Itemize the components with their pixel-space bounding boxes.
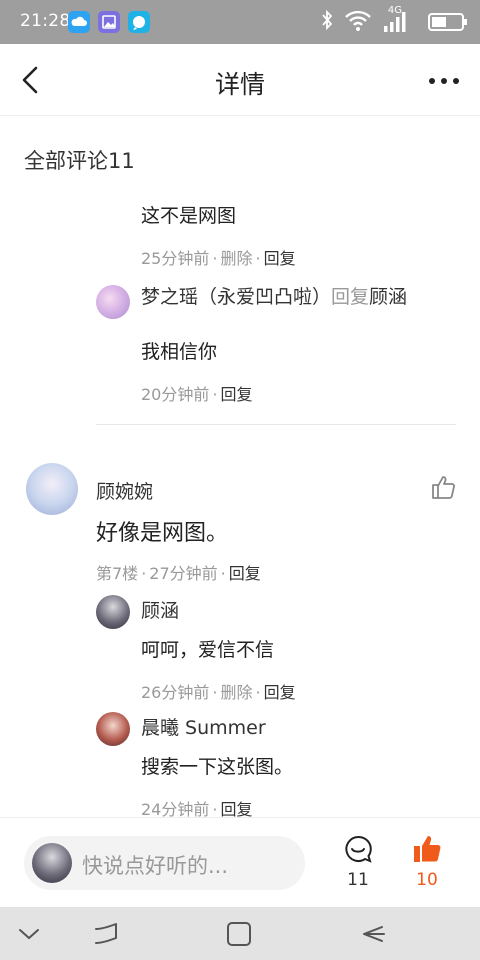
reply-link[interactable]: 回复 (229, 564, 261, 583)
comment-input-placeholder: 快说点好听的... (82, 854, 229, 878)
like-button[interactable] (430, 473, 458, 501)
reply-time: 24分钟前 (141, 800, 210, 817)
navigation-bar (0, 907, 480, 960)
avatar[interactable] (96, 285, 130, 319)
reply-text: 我相信你 (141, 341, 218, 363)
chevron-down-icon[interactable] (14, 919, 44, 949)
reply-item: 顾涵 呵呵，爱信不信 26分钟前 · 删除 · 回复 (96, 595, 456, 705)
divider (96, 424, 456, 425)
reply-text: 这不是网图 (141, 205, 237, 227)
chat-app-icon (128, 11, 150, 33)
reply-text: 搜索一下这张图。 (141, 756, 294, 778)
reply-item: 这不是网图 25分钟前 · 删除 · 回复 (96, 201, 456, 271)
reply-link[interactable]: 回复 (220, 800, 252, 817)
like-count: 10 (416, 870, 438, 890)
reply-meta: 24分钟前 · 回复 (141, 800, 253, 817)
reply-meta: 20分钟前 · 回复 (141, 385, 253, 404)
delete-link[interactable]: 删除 (220, 683, 252, 702)
reply-item: 晨曦 Summer 搜索一下这张图。 24分钟前 · 回复 (96, 712, 456, 817)
avatar[interactable] (26, 463, 78, 515)
wifi-icon (345, 10, 371, 31)
recent-apps-icon[interactable] (92, 919, 122, 949)
reply-time: 26分钟前 (141, 683, 210, 702)
comment-item: 顾婉婉 好像是网图。 第7楼 · 27分钟前 · 回复 (0, 463, 480, 583)
reply-word: 回复 (331, 286, 370, 308)
comment-author[interactable]: 顾婉婉 (96, 477, 153, 504)
home-icon[interactable] (224, 919, 254, 949)
reply-text: 呵呵，爱信不信 (141, 639, 275, 661)
reply-author[interactable]: 顾涵 (141, 599, 431, 623)
reply-author[interactable]: 梦之瑶（永爱凹凸啦）回复顾涵 (141, 285, 431, 309)
reply-target-name[interactable]: 顾涵 (369, 286, 407, 308)
cloud-app-icon (68, 11, 90, 33)
delete-link[interactable]: 删除 (220, 249, 252, 268)
status-bar: 21:28 4G (0, 0, 480, 44)
bluetooth-icon (322, 9, 333, 31)
comment-bubble-icon (345, 835, 372, 863)
avatar (32, 843, 72, 883)
comment-floor: 第7楼 (96, 564, 139, 583)
reply-link[interactable]: 回复 (264, 683, 296, 702)
reply-time: 25分钟前 (141, 249, 210, 268)
avatar[interactable] (96, 712, 130, 746)
comment-meta: 第7楼 · 27分钟前 · 回复 (96, 564, 261, 583)
battery-icon (428, 13, 467, 31)
comments-list[interactable]: 全部评论11 这不是网图 25分钟前 · 删除 · 回复 梦之瑶（永爱凹凸啦）回复顾涵 … (0, 117, 480, 817)
reply-author[interactable]: 晨曦 Summer (141, 716, 431, 740)
avatar[interactable] (96, 595, 130, 629)
reply-link[interactable]: 回复 (220, 385, 252, 404)
page-title: 详情 (214, 70, 265, 99)
like-button[interactable]: 10 (402, 834, 452, 894)
comment-count: 11 (347, 870, 369, 890)
network-type: 4G (387, 5, 402, 16)
comment-input[interactable]: 快说点好听的... (24, 836, 305, 890)
back-arrow-icon[interactable] (358, 919, 388, 949)
thumbs-up-icon (432, 476, 455, 499)
thumbs-up-icon (414, 836, 441, 862)
gallery-app-icon (98, 11, 120, 33)
more-button[interactable] (424, 62, 464, 98)
status-time: 21:28 (20, 11, 71, 31)
comments-button[interactable]: 11 (333, 834, 383, 894)
comments-heading: 全部评论11 (24, 149, 135, 173)
reply-link[interactable]: 回复 (264, 249, 296, 268)
comment-time: 27分钟前 (149, 564, 218, 583)
reply-author-name[interactable]: 梦之瑶（永爱凹凸啦） (141, 286, 331, 308)
reply-meta: 25分钟前 · 删除 · 回复 (141, 249, 296, 268)
reply-item: 梦之瑶（永爱凹凸啦）回复顾涵 我相信你 20分钟前 · 回复 (96, 285, 456, 404)
comment-text: 好像是网图。 (96, 521, 229, 546)
title-bar: 详情 (0, 44, 480, 116)
bottom-bar: 快说点好听的... 11 10 (0, 817, 480, 907)
reply-meta: 26分钟前 · 删除 · 回复 (141, 683, 296, 702)
reply-time: 20分钟前 (141, 385, 210, 404)
more-dots-icon (429, 78, 459, 84)
